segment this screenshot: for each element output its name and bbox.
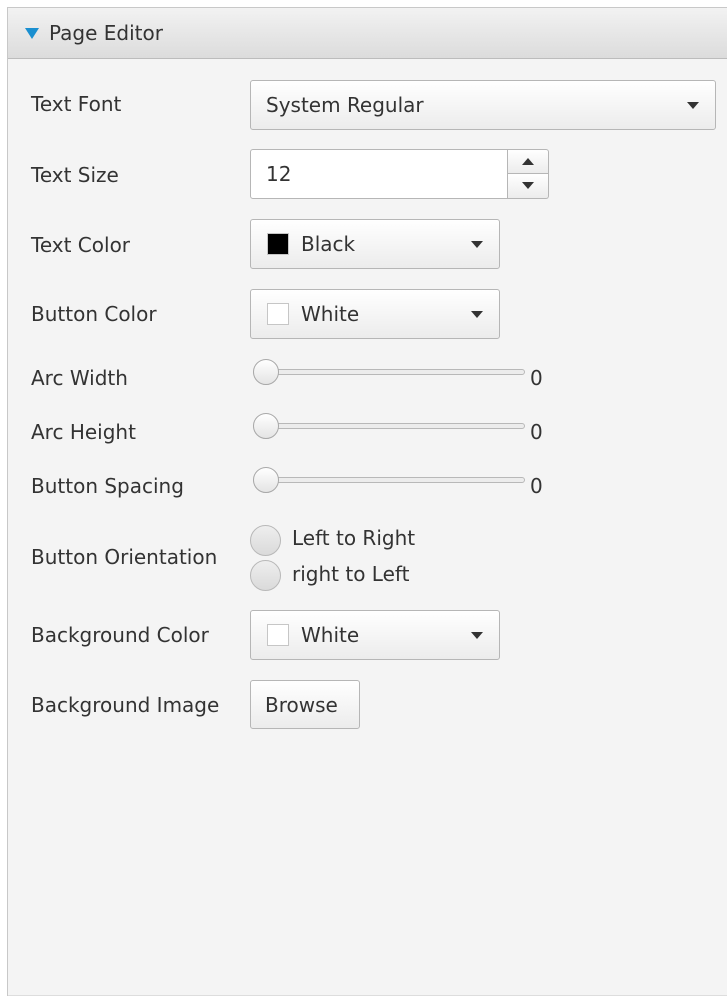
- text-color-value: Black: [301, 232, 356, 256]
- arrow-down-icon: [522, 182, 534, 189]
- panel-title: Page Editor: [49, 21, 163, 45]
- text-size-input[interactable]: 12: [250, 149, 508, 199]
- button-spacing-slider-track[interactable]: [255, 477, 525, 483]
- text-color-label: Text Color: [31, 233, 131, 257]
- text-size-increment-button[interactable]: [507, 149, 549, 174]
- button-color-label: Button Color: [31, 302, 157, 326]
- arc-width-slider-thumb[interactable]: [253, 359, 279, 385]
- radio-left-to-right-label[interactable]: Left to Right: [292, 526, 415, 550]
- arc-height-slider-thumb[interactable]: [253, 413, 279, 439]
- button-spacing-value: 0: [530, 474, 543, 498]
- collapse-arrow-icon[interactable]: [25, 28, 39, 39]
- button-orientation-label: Button Orientation: [31, 545, 218, 569]
- text-font-combo[interactable]: System Regular: [250, 80, 716, 130]
- text-color-picker[interactable]: Black: [250, 219, 500, 269]
- text-size-value: 12: [266, 162, 292, 186]
- background-color-value: White: [301, 623, 360, 647]
- text-font-label: Text Font: [31, 92, 122, 116]
- button-spacing-label: Button Spacing: [31, 474, 184, 498]
- chevron-down-icon: [471, 632, 483, 639]
- arrow-up-icon: [522, 158, 534, 165]
- button-spacing-slider-thumb[interactable]: [253, 467, 279, 493]
- color-swatch: [267, 233, 289, 255]
- arc-height-value: 0: [530, 420, 543, 444]
- page-editor-panel: Page Editor Text Font System Regular Tex…: [7, 7, 727, 996]
- text-size-decrement-button[interactable]: [507, 174, 549, 199]
- radio-right-to-left[interactable]: [250, 560, 281, 591]
- arc-width-slider-track[interactable]: [255, 369, 525, 375]
- background-color-label: Background Color: [31, 623, 209, 647]
- arc-width-value: 0: [530, 366, 543, 390]
- panel-titlebar[interactable]: Page Editor: [8, 8, 727, 59]
- arc-height-label: Arc Height: [31, 420, 136, 444]
- text-font-value: System Regular: [266, 93, 424, 117]
- button-color-value: White: [301, 302, 360, 326]
- browse-button-label: Browse: [265, 693, 338, 717]
- background-color-picker[interactable]: White: [250, 610, 500, 660]
- browse-button[interactable]: Browse: [250, 680, 360, 729]
- button-color-picker[interactable]: White: [250, 289, 500, 339]
- arc-height-slider-track[interactable]: [255, 423, 525, 429]
- arc-width-label: Arc Width: [31, 366, 128, 390]
- chevron-down-icon: [687, 102, 699, 109]
- text-size-label: Text Size: [31, 163, 119, 187]
- radio-right-to-left-label[interactable]: right to Left: [292, 562, 409, 586]
- color-swatch: [267, 624, 289, 646]
- color-swatch: [267, 303, 289, 325]
- chevron-down-icon: [471, 241, 483, 248]
- background-image-label: Background Image: [31, 693, 220, 717]
- chevron-down-icon: [471, 311, 483, 318]
- radio-left-to-right[interactable]: [250, 525, 281, 556]
